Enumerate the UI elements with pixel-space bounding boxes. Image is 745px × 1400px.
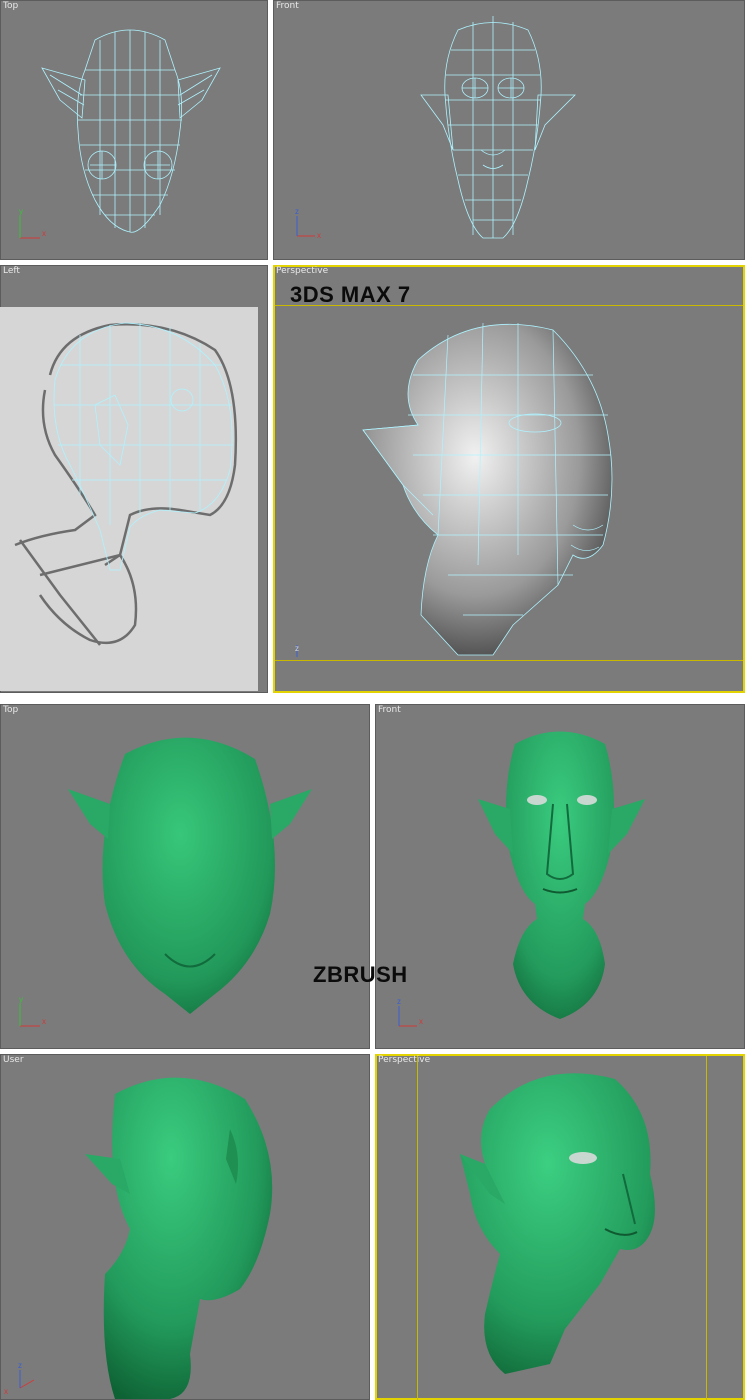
sketch-and-wireframe-side	[14, 322, 238, 646]
axis-z-label: z	[295, 644, 299, 653]
max-viewport-left[interactable]: Left	[0, 265, 268, 693]
section-separator	[0, 694, 745, 704]
axis-x-label: x	[317, 231, 321, 240]
axis-gizmo-perspective: z	[295, 644, 299, 657]
axis-gizmo-top: x y	[19, 207, 46, 239]
axis-gizmo-front: x z	[397, 997, 423, 1027]
axis-y-label: y	[19, 207, 23, 216]
zbrush-viewport-front[interactable]: Front x z	[375, 704, 745, 1049]
axis-x-label: x	[419, 1017, 423, 1026]
zbrush-viewport-perspective[interactable]: Perspective	[375, 1054, 745, 1400]
axis-x-label: x	[42, 1017, 46, 1026]
axis-z-label: z	[295, 207, 299, 216]
axis-gizmo-top: x y	[19, 995, 46, 1027]
axis-x-label: x	[42, 229, 46, 238]
max-viewport-front[interactable]: Front x z	[273, 0, 745, 260]
axis-y-label: y	[19, 995, 23, 1004]
section-title-max: 3DS MAX 7	[290, 282, 411, 307]
max-viewport-top[interactable]: Top x y	[0, 0, 268, 260]
max-viewport-perspective[interactable]: Perspective z	[273, 265, 745, 693]
zbrush-viewport-top[interactable]: Top x y	[0, 704, 370, 1049]
axis-gizmo-user: x z	[4, 1361, 35, 1396]
sculpt-head-perspective	[460, 1073, 655, 1374]
axis-z-label: z	[18, 1361, 22, 1370]
axis-z-label: z	[397, 997, 401, 1006]
section-title-zbrush: ZBRUSH	[313, 962, 408, 987]
axis-gizmo-front: x z	[295, 207, 321, 240]
zbrush-viewport-user[interactable]: User x z	[0, 1054, 370, 1400]
axis-x-label: x	[4, 1387, 8, 1396]
